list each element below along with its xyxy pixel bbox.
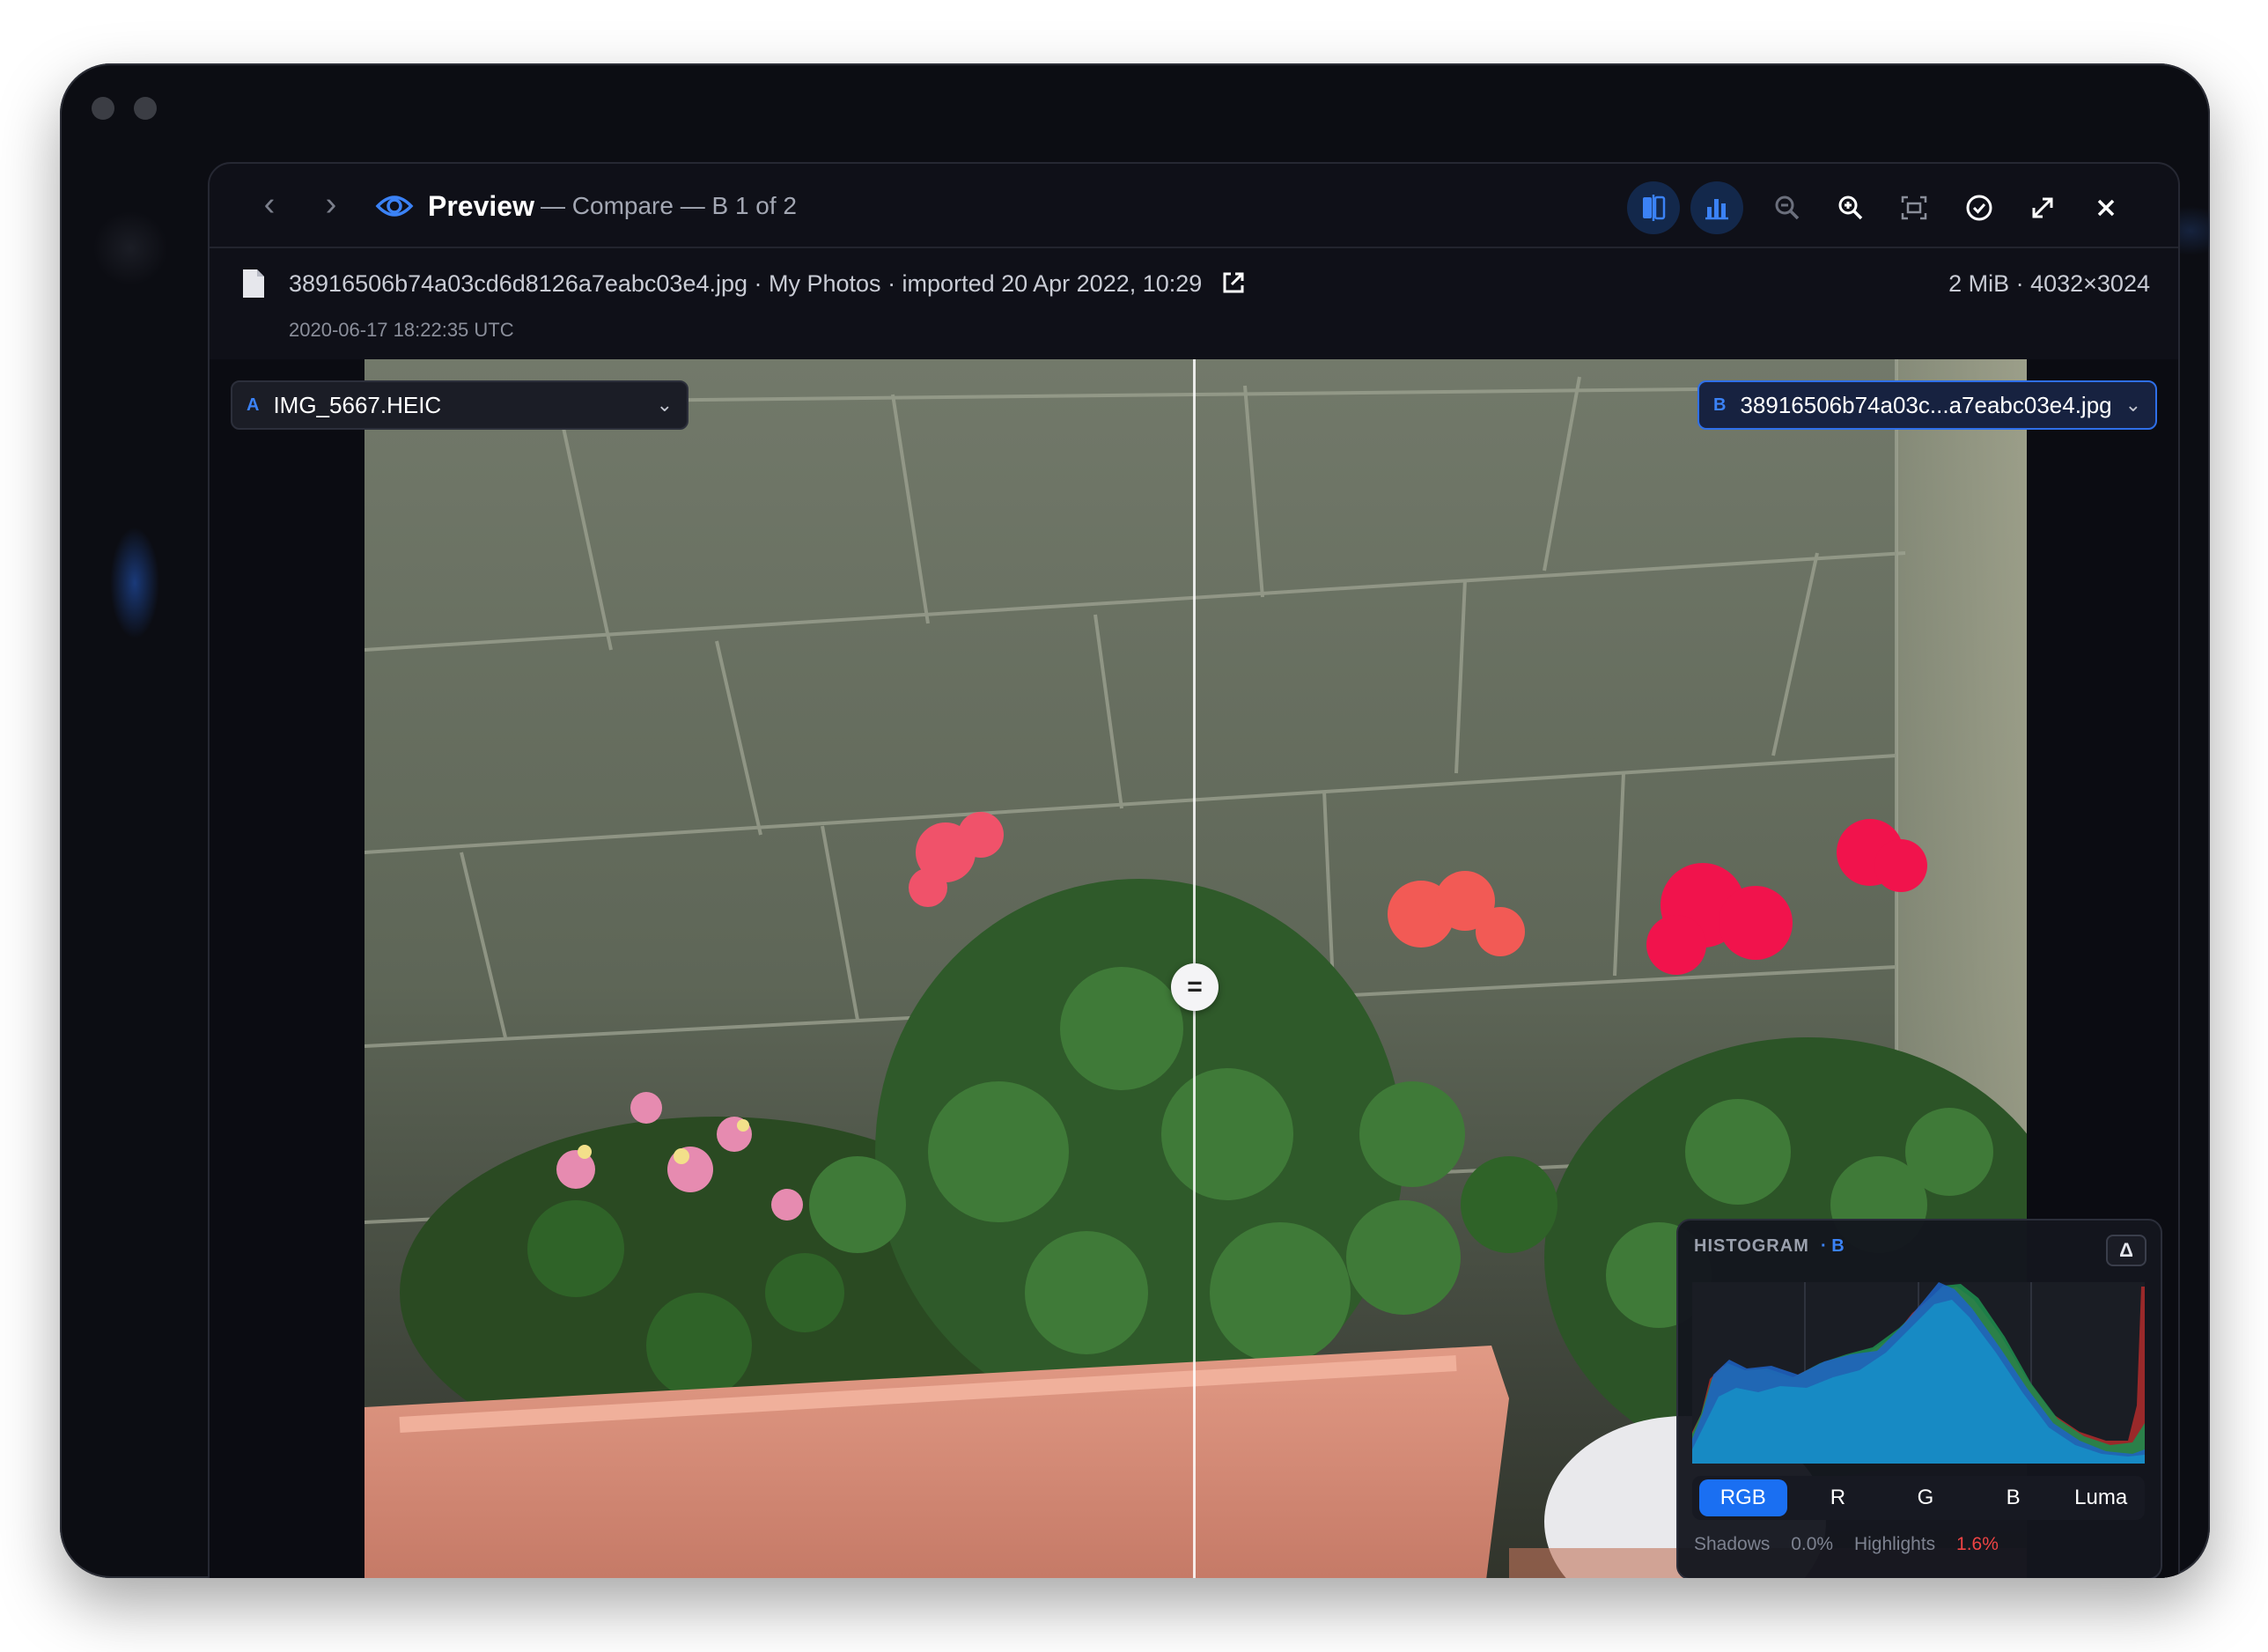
channel-tab-luma[interactable]: Luma: [2057, 1476, 2145, 1520]
highlights-value: 1.6%: [1956, 1534, 1999, 1554]
image-a-name: IMG_5667.HEIC: [273, 391, 442, 418]
fullscreen-button[interactable]: [2016, 181, 2069, 234]
page-title: Preview: [428, 190, 534, 222]
delta-toggle-button[interactable]: Δ: [2106, 1235, 2146, 1266]
close-icon: [2097, 199, 2115, 217]
image-b-name: 38916506b74a03c...a7eabc03e4.jpg: [1740, 391, 2112, 418]
chevron-left-icon: ‹: [263, 186, 276, 223]
file-info-bar: 38916506b74a03cd6d8126a7eabc03e4.jpg · M…: [210, 248, 2178, 359]
chevron-down-icon: ⌄: [656, 394, 673, 416]
fit-to-screen-button[interactable]: [1888, 181, 1940, 234]
expand-icon: [2032, 197, 2053, 218]
histogram-toggle-button[interactable]: [1690, 181, 1743, 234]
image-a-tag: A: [247, 395, 260, 415]
select-button[interactable]: [1953, 181, 2006, 234]
file-icon: [243, 269, 264, 298]
previous-button[interactable]: ‹: [248, 185, 291, 227]
histogram-chart: [1692, 1282, 2145, 1464]
compare-toggle-button[interactable]: [1627, 181, 1680, 234]
eye-icon: [375, 195, 414, 217]
shadows-value: 0.0%: [1791, 1534, 1834, 1554]
channel-tab-r[interactable]: R: [1794, 1476, 1882, 1520]
channel-tabs: RGB R G B Luma: [1692, 1476, 2145, 1520]
next-button[interactable]: ›: [310, 185, 352, 227]
histogram-title: HISTOGRAM: [1694, 1236, 1809, 1256]
channel-tab-rgb[interactable]: RGB: [1699, 1479, 1787, 1516]
file-size: 2 MiB · 4032×3024: [1948, 270, 2150, 297]
image-b-selector[interactable]: B 38916506b74a03c...a7eabc03e4.jpg ⌄: [1697, 380, 2157, 430]
compare-divider-handle[interactable]: =: [1171, 963, 1219, 1011]
image-b-tag: B: [1713, 395, 1727, 415]
taken-date: 2020-06-17 18:22:35 UTC: [289, 319, 514, 341]
equals-icon: =: [1187, 972, 1203, 1001]
histogram-channel-tag: · B: [1821, 1236, 1845, 1256]
image-viewer: = A IMG_5667.HEIC ⌄ B 38916506b74a03c...…: [210, 359, 2178, 1578]
file-info: 38916506b74a03cd6d8126a7eabc03e4.jpg · M…: [289, 270, 1203, 297]
highlights-label: Highlights: [1853, 1534, 1936, 1554]
histogram-icon: [1705, 199, 1728, 220]
window-close-dot[interactable]: [92, 97, 114, 120]
compare-subtitle: — Compare — B 1 of 2: [541, 192, 798, 219]
check-circle-icon: [1966, 195, 1992, 221]
preview-toolbar: ‹ › Preview — Compare — B 1 of 2: [210, 164, 2178, 248]
chevron-right-icon: ›: [325, 186, 337, 223]
zoom-out-button[interactable]: [1761, 181, 1814, 234]
close-button[interactable]: [2080, 181, 2132, 234]
window-minimize-dot[interactable]: [134, 97, 157, 120]
channel-tab-g[interactable]: G: [1881, 1476, 1970, 1520]
shadows-label: Shadows: [1694, 1534, 1771, 1554]
histogram-panel: HISTOGRAM · B Δ RGB R G B Luma Shadows 0…: [1676, 1219, 2162, 1578]
zoom-in-icon: [1838, 195, 1863, 220]
external-link-icon[interactable]: [1220, 269, 1247, 296]
app-window: ‹ › Preview — Compare — B 1 of 2 3891650…: [60, 63, 2210, 1578]
image-a-selector[interactable]: A IMG_5667.HEIC ⌄: [231, 380, 688, 430]
preview-modal: ‹ › Preview — Compare — B 1 of 2 3891650…: [208, 162, 2180, 1578]
fit-icon: [1901, 195, 1927, 220]
histogram-stats: Shadows 0.0% Highlights 1.6%: [1694, 1534, 2014, 1555]
zoom-in-button[interactable]: [1824, 181, 1877, 234]
channel-tab-b[interactable]: B: [1970, 1476, 2058, 1520]
compare-icon: [1643, 195, 1666, 221]
chevron-down-icon: ⌄: [2124, 394, 2141, 416]
zoom-out-icon: [1775, 195, 1800, 220]
